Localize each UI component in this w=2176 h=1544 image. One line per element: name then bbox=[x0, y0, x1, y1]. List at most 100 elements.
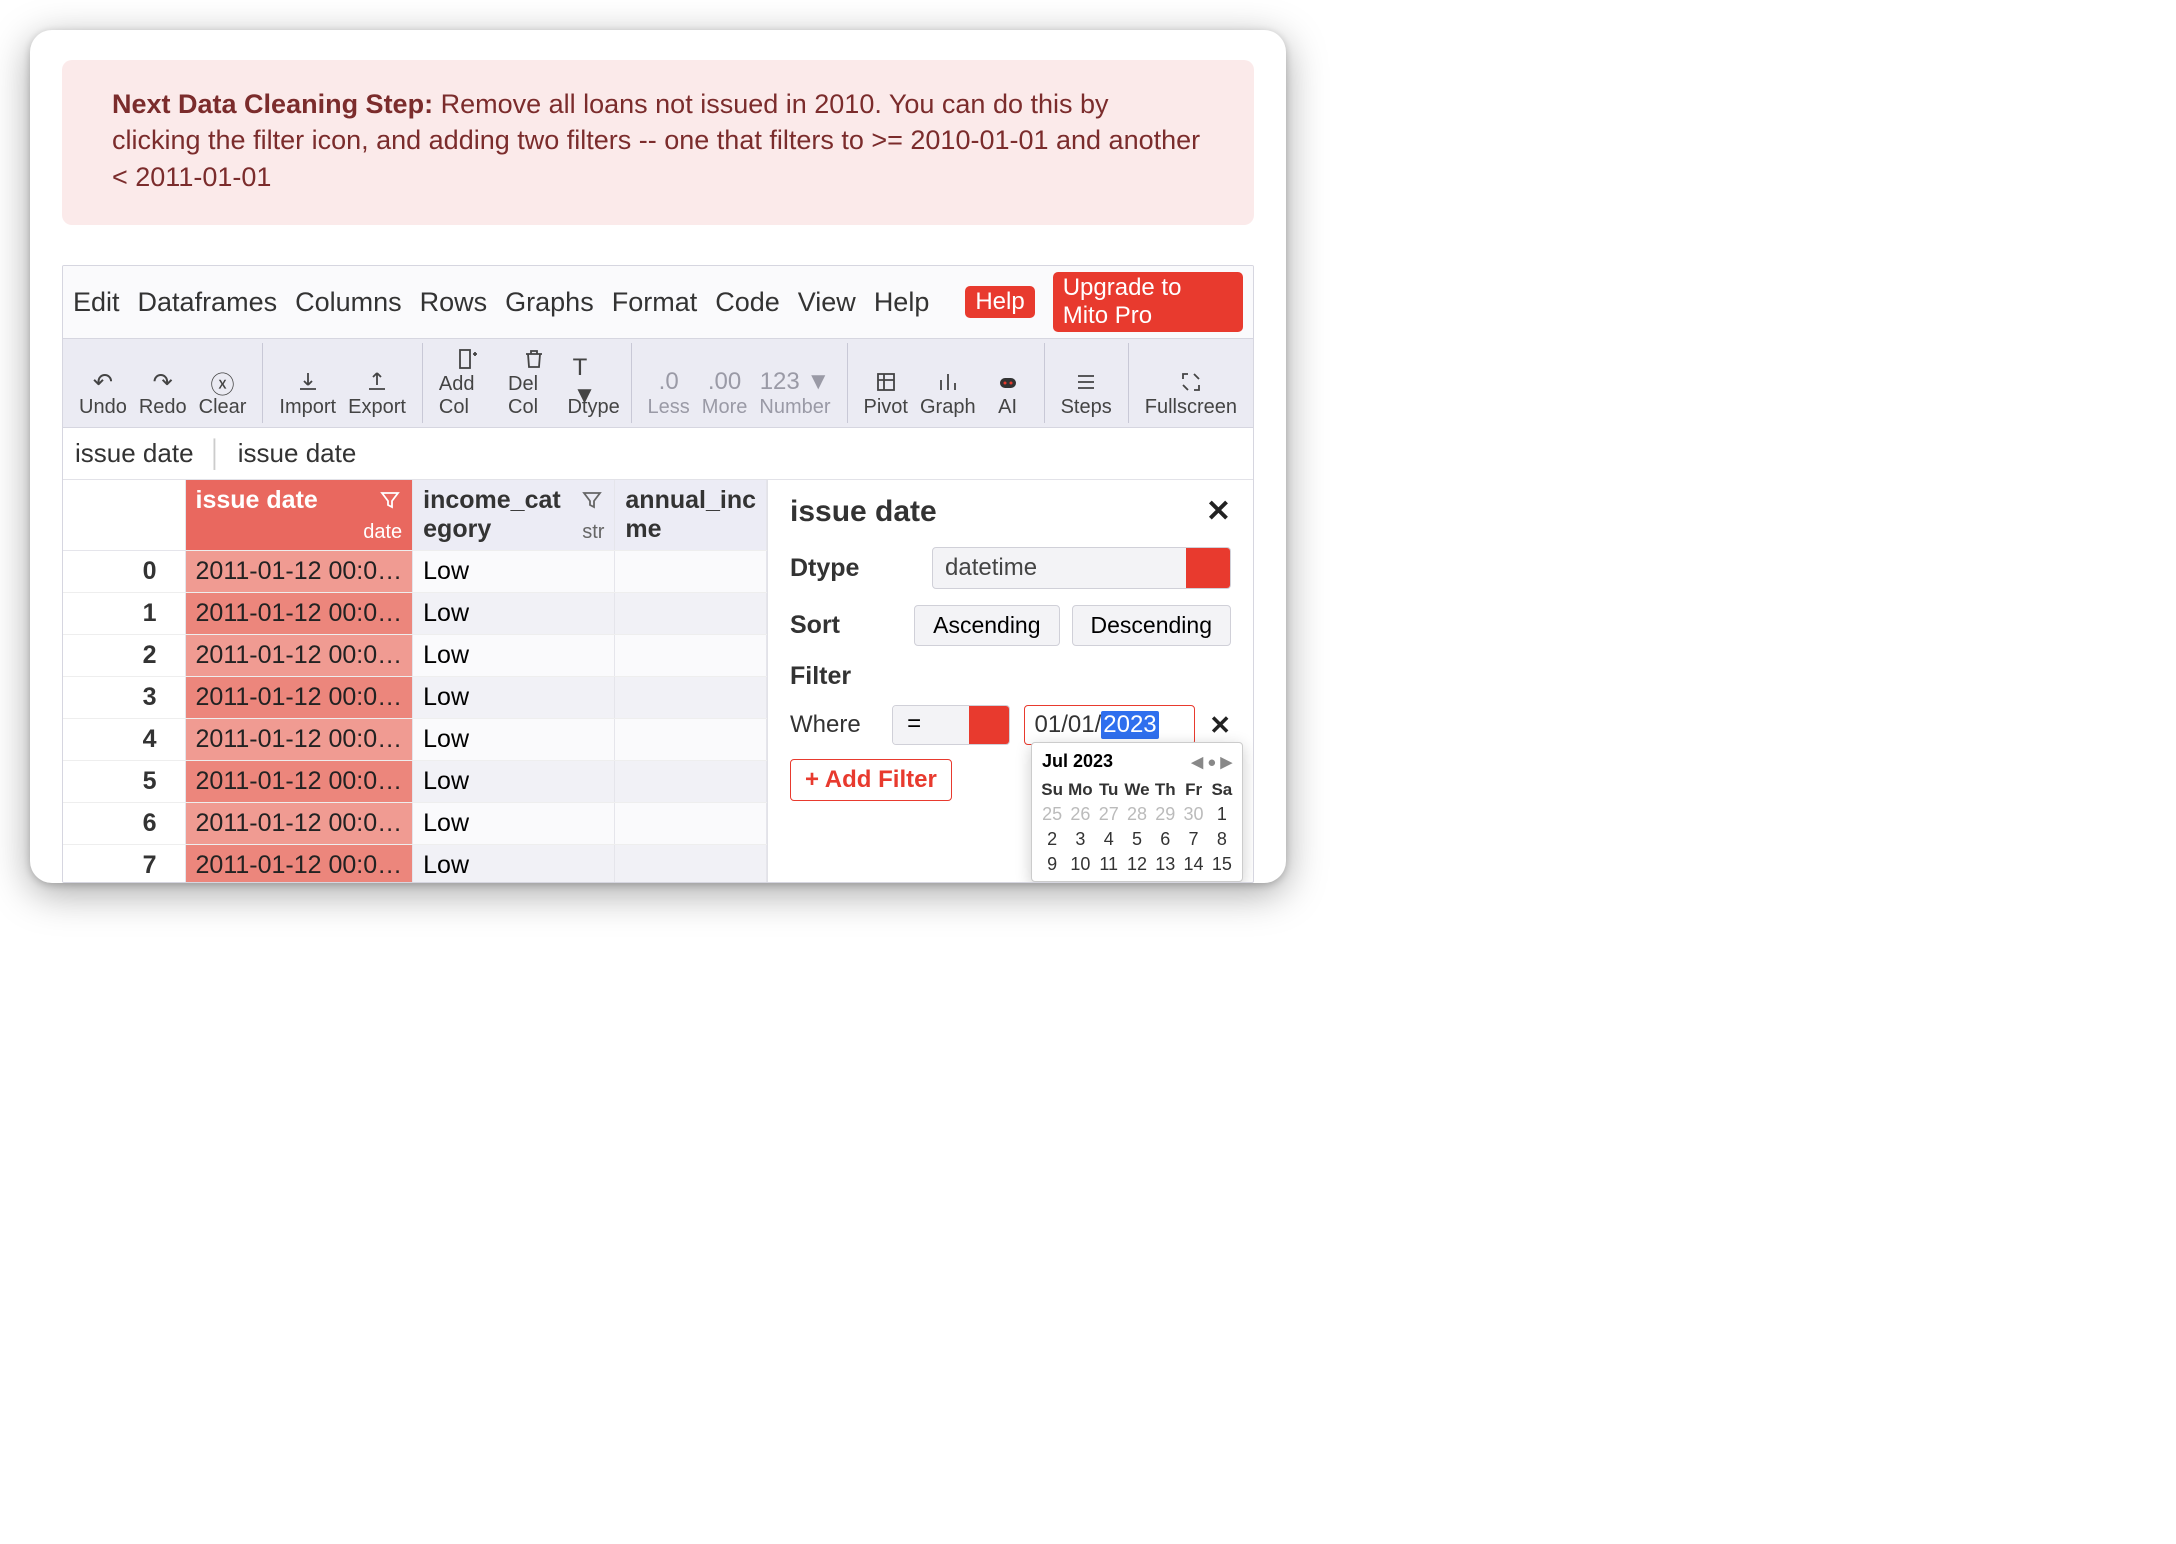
table-row[interactable]: 52011-01-12 00:0…Low bbox=[63, 761, 767, 803]
add-filter-button[interactable]: + Add Filter bbox=[790, 759, 952, 801]
cell-issue-date[interactable]: 2011-01-12 00:0… bbox=[185, 845, 413, 883]
dp-day[interactable]: 15 bbox=[1208, 852, 1236, 877]
cell-issue-date[interactable]: 2011-01-12 00:0… bbox=[185, 761, 413, 803]
cell-income-cat[interactable]: Low bbox=[413, 677, 615, 719]
row-index[interactable]: 2 bbox=[63, 635, 185, 677]
cell-annual-inc[interactable] bbox=[615, 845, 767, 883]
cell-income-cat[interactable]: Low bbox=[413, 551, 615, 593]
ai-button[interactable]: AI bbox=[982, 368, 1034, 419]
datepicker-popup[interactable]: Jul 2023 ◀ ● ▶ SuMoTuWeThFrSa25262728293… bbox=[1031, 742, 1243, 882]
row-index[interactable]: 4 bbox=[63, 719, 185, 761]
redo-button[interactable]: ↷ Redo bbox=[133, 368, 193, 419]
cell-issue-date[interactable]: 2011-01-12 00:0… bbox=[185, 719, 413, 761]
cell-annual-inc[interactable] bbox=[615, 803, 767, 845]
table-row[interactable]: 22011-01-12 00:0…Low bbox=[63, 635, 767, 677]
menu-view[interactable]: View bbox=[798, 287, 856, 318]
dp-day-prev[interactable]: 29 bbox=[1151, 802, 1179, 827]
ascending-button[interactable]: Ascending bbox=[914, 605, 1059, 646]
col-header-issue-date[interactable]: issue date date bbox=[185, 480, 413, 551]
cell-income-cat[interactable]: Low bbox=[413, 761, 615, 803]
formula-right[interactable]: issue date bbox=[238, 438, 357, 469]
cell-income-cat[interactable]: Low bbox=[413, 719, 615, 761]
dp-day[interactable]: 3 bbox=[1066, 827, 1094, 852]
grid-area[interactable]: issue date date income_cat egory bbox=[63, 480, 767, 882]
cell-issue-date[interactable]: 2011-01-12 00:0… bbox=[185, 593, 413, 635]
delcol-button[interactable]: Del Col bbox=[502, 345, 567, 419]
menu-columns[interactable]: Columns bbox=[295, 287, 402, 318]
dp-day-prev[interactable]: 28 bbox=[1123, 802, 1151, 827]
cell-issue-date[interactable]: 2011-01-12 00:0… bbox=[185, 677, 413, 719]
cell-annual-inc[interactable] bbox=[615, 593, 767, 635]
dp-day[interactable]: 7 bbox=[1179, 827, 1207, 852]
col-header-income-cat[interactable]: income_cat egory str bbox=[413, 480, 615, 551]
row-index[interactable]: 0 bbox=[63, 551, 185, 593]
table-row[interactable]: 02011-01-12 00:0…Low bbox=[63, 551, 767, 593]
menu-edit[interactable]: Edit bbox=[73, 287, 120, 318]
dtype-select[interactable]: datetime bbox=[932, 547, 1231, 589]
fullscreen-button[interactable]: Fullscreen bbox=[1139, 368, 1243, 419]
row-index[interactable]: 1 bbox=[63, 593, 185, 635]
data-grid[interactable]: issue date date income_cat egory bbox=[63, 480, 767, 882]
cell-issue-date[interactable]: 2011-01-12 00:0… bbox=[185, 635, 413, 677]
menu-rows[interactable]: Rows bbox=[420, 287, 488, 318]
help-button[interactable]: Help bbox=[965, 286, 1034, 318]
filter-icon[interactable] bbox=[580, 488, 604, 519]
row-index[interactable]: 6 bbox=[63, 803, 185, 845]
dp-day-prev[interactable]: 25 bbox=[1038, 802, 1066, 827]
pivot-button[interactable]: Pivot bbox=[858, 368, 914, 419]
cell-income-cat[interactable]: Low bbox=[413, 635, 615, 677]
import-button[interactable]: Import bbox=[273, 368, 342, 419]
dp-day[interactable]: 12 bbox=[1123, 852, 1151, 877]
cell-annual-inc[interactable] bbox=[615, 677, 767, 719]
remove-filter-icon[interactable]: ✕ bbox=[1209, 710, 1231, 741]
steps-button[interactable]: Steps bbox=[1055, 368, 1118, 419]
table-row[interactable]: 72011-01-12 00:0…Low bbox=[63, 845, 767, 883]
table-row[interactable]: 32011-01-12 00:0…Low bbox=[63, 677, 767, 719]
cell-income-cat[interactable]: Low bbox=[413, 593, 615, 635]
dp-day[interactable]: 5 bbox=[1123, 827, 1151, 852]
filter-icon[interactable] bbox=[378, 488, 402, 519]
close-icon[interactable]: ✕ bbox=[1206, 494, 1231, 529]
dp-day[interactable]: 6 bbox=[1151, 827, 1179, 852]
dp-day[interactable]: 10 bbox=[1066, 852, 1094, 877]
menu-help[interactable]: Help bbox=[874, 287, 930, 318]
date-input[interactable]: 01/01/2023 bbox=[1024, 705, 1196, 745]
export-button[interactable]: Export bbox=[342, 368, 412, 419]
cell-annual-inc[interactable] bbox=[615, 719, 767, 761]
dp-day[interactable]: 4 bbox=[1095, 827, 1123, 852]
cell-annual-inc[interactable] bbox=[615, 761, 767, 803]
dp-day[interactable]: 14 bbox=[1179, 852, 1207, 877]
menu-dataframes[interactable]: Dataframes bbox=[138, 287, 278, 318]
table-row[interactable]: 42011-01-12 00:0…Low bbox=[63, 719, 767, 761]
undo-button[interactable]: ↶ Undo bbox=[73, 368, 133, 419]
cell-income-cat[interactable]: Low bbox=[413, 845, 615, 883]
dp-day[interactable]: 9 bbox=[1038, 852, 1066, 877]
menu-graphs[interactable]: Graphs bbox=[505, 287, 594, 318]
menu-code[interactable]: Code bbox=[715, 287, 780, 318]
cell-issue-date[interactable]: 2011-01-12 00:0… bbox=[185, 803, 413, 845]
cell-issue-date[interactable]: 2011-01-12 00:0… bbox=[185, 551, 413, 593]
col-header-annual-inc[interactable]: annual_inc me bbox=[615, 480, 767, 551]
row-index[interactable]: 3 bbox=[63, 677, 185, 719]
dp-nav[interactable]: ◀ ● ▶ bbox=[1192, 753, 1232, 771]
dp-day[interactable]: 8 bbox=[1208, 827, 1236, 852]
menu-format[interactable]: Format bbox=[612, 287, 698, 318]
dp-day[interactable]: 11 bbox=[1095, 852, 1123, 877]
graph-button[interactable]: Graph bbox=[914, 368, 982, 419]
number-button[interactable]: 123 ▼ Number bbox=[753, 368, 836, 419]
table-row[interactable]: 62011-01-12 00:0…Low bbox=[63, 803, 767, 845]
dtype-button[interactable]: T ▼ Dtype bbox=[567, 368, 621, 419]
descending-button[interactable]: Descending bbox=[1072, 605, 1231, 646]
dp-day-prev[interactable]: 27 bbox=[1095, 802, 1123, 827]
row-index[interactable]: 5 bbox=[63, 761, 185, 803]
table-row[interactable]: 12011-01-12 00:0…Low bbox=[63, 593, 767, 635]
dp-day[interactable]: 1 bbox=[1208, 802, 1236, 827]
less-button[interactable]: .0 Less bbox=[642, 368, 696, 419]
cell-annual-inc[interactable] bbox=[615, 551, 767, 593]
more-button[interactable]: .00 More bbox=[696, 368, 754, 419]
clear-button[interactable]: ⓧ Clear bbox=[193, 368, 253, 419]
cell-annual-inc[interactable] bbox=[615, 635, 767, 677]
cell-income-cat[interactable]: Low bbox=[413, 803, 615, 845]
upgrade-button[interactable]: Upgrade to Mito Pro bbox=[1053, 272, 1243, 332]
dp-day-prev[interactable]: 26 bbox=[1066, 802, 1094, 827]
